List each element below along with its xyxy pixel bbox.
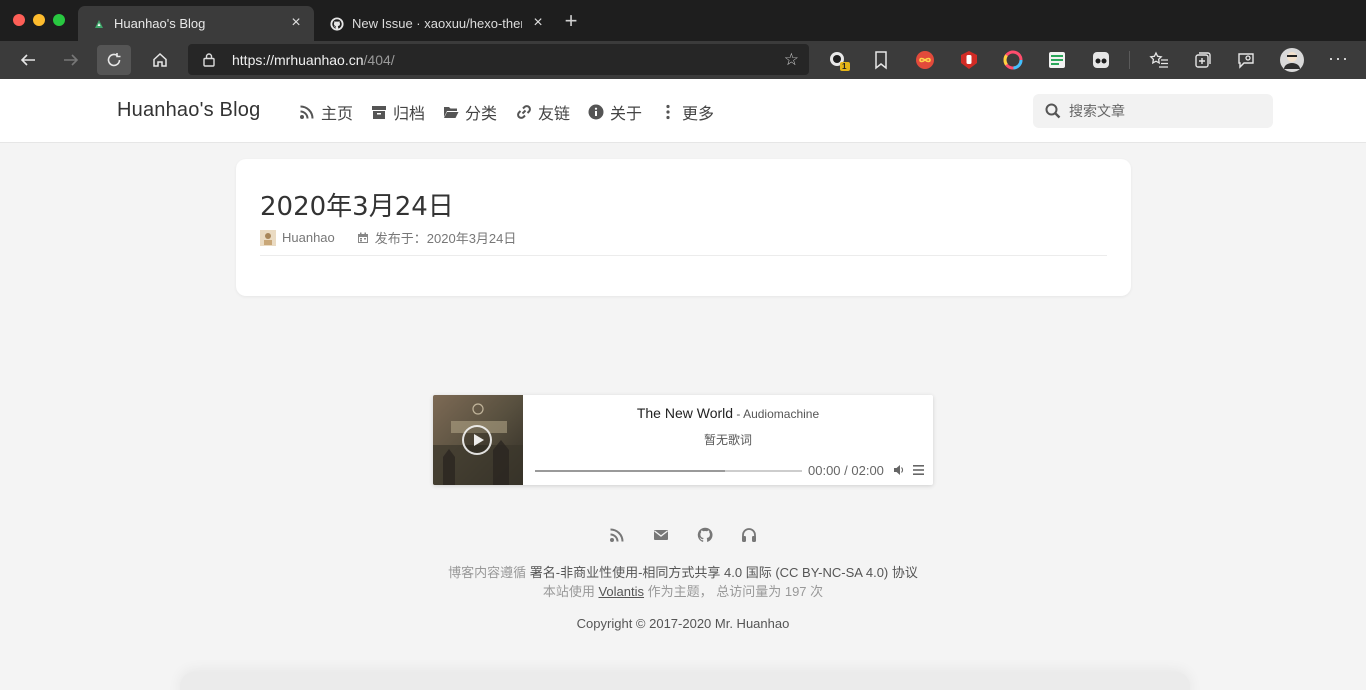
rss-icon <box>300 105 314 119</box>
tab-title: New Issue · xaoxuu/hexo-theme-volantis <box>352 16 522 31</box>
search-icon <box>1045 103 1061 119</box>
forward-button[interactable] <box>54 45 88 75</box>
refresh-button[interactable] <box>97 45 131 75</box>
post-date-text: 发布于：2020年3月24日 <box>374 231 517 246</box>
arrow-right-icon <box>64 54 79 66</box>
tab-new-issue[interactable]: New Issue · xaoxuu/hexo-theme-volantis × <box>316 6 556 41</box>
post-meta: Huanhao 发布于：2020年3月24日 <box>260 228 516 247</box>
color-picker-icon[interactable] <box>1002 49 1024 71</box>
favorites-icon[interactable] <box>1148 49 1170 71</box>
nav-archive-label: 归档 <box>393 106 426 123</box>
face-extension-icon[interactable] <box>1090 49 1112 71</box>
song-title: The New World <box>636 405 734 421</box>
nav-more-label: 更多 <box>682 106 715 123</box>
song-artist: Audiomachine <box>743 407 820 421</box>
post-card: 2020年3月24日 Huanhao 发布于：2020年3月24日 <box>236 159 1131 296</box>
lock-icon <box>203 53 215 67</box>
license-line: 博客内容遵循 署名-非商业性使用-相同方式共享 4.0 国际 (CC BY-NC… <box>0 562 1366 581</box>
site-brand[interactable]: Huanhao's Blog <box>117 99 260 122</box>
nav-about[interactable]: 关于 <box>588 100 642 124</box>
album-cover[interactable] <box>433 395 523 485</box>
info-circle-icon <box>588 104 604 120</box>
github-favicon-icon <box>330 17 344 31</box>
github-icon[interactable] <box>697 527 713 543</box>
author-name: Huanhao <box>282 230 335 245</box>
close-window-button[interactable] <box>13 14 25 26</box>
maximize-window-button[interactable] <box>53 14 65 26</box>
bookmark-icon[interactable] <box>870 49 892 71</box>
favorite-star-icon[interactable]: ☆ <box>784 50 799 70</box>
refresh-icon <box>107 53 121 67</box>
envelope-icon[interactable] <box>653 527 669 543</box>
extension-badge-count: 1 <box>842 62 847 71</box>
license-link[interactable]: 署名-非商业性使用-相同方式共享 4.0 国际 (CC BY-NC-SA 4.0… <box>530 565 918 580</box>
card-divider <box>260 255 1107 256</box>
progress-fill <box>535 470 725 472</box>
tab-huanhao-blog[interactable]: Huanhao's Blog × <box>78 6 314 41</box>
nav-home-label: 主页 <box>321 106 354 123</box>
nav-friends-label: 友链 <box>538 106 571 123</box>
post-date: 发布于：2020年3月24日 <box>357 228 517 247</box>
collections-icon[interactable] <box>1192 49 1214 71</box>
rss-icon[interactable] <box>609 527 625 543</box>
nav-home[interactable]: 主页 <box>299 100 353 124</box>
home-button[interactable] <box>143 45 177 75</box>
browser-toolbar: https://mrhuanhao.cn/404/ ☆ 1 ··· <box>0 41 1366 79</box>
tab-close-icon[interactable]: × <box>529 14 547 32</box>
copyright: Copyright © 2017-2020 Mr. Huanhao <box>576 616 790 631</box>
lyric-text: 暂无歌词 <box>703 433 752 447</box>
theme-link[interactable]: Volantis <box>598 584 644 599</box>
theme-prefix: 本站使用 <box>542 584 599 599</box>
feedback-icon[interactable] <box>1235 49 1257 71</box>
volume-icon[interactable] <box>893 464 905 476</box>
archive-icon <box>372 106 386 119</box>
theme-suffix: 作为主题， 总访问量为 197 次 <box>644 584 824 599</box>
progress-bar[interactable] <box>535 470 802 472</box>
search-box[interactable] <box>1033 94 1273 128</box>
nav-about-label: 关于 <box>610 106 643 123</box>
nav-categories[interactable]: 分类 <box>443 100 497 124</box>
home-icon <box>153 52 167 67</box>
post-author[interactable]: Huanhao <box>260 229 335 246</box>
nav-friends[interactable]: 友链 <box>516 100 570 124</box>
play-button[interactable] <box>462 425 492 455</box>
back-button[interactable] <box>11 45 45 75</box>
tab-close-icon[interactable]: × <box>287 14 305 32</box>
song-separator: - <box>733 407 744 421</box>
sheet-extension-icon[interactable] <box>1046 49 1068 71</box>
new-tab-button[interactable]: + <box>562 10 580 32</box>
playback-time: 00:00 / 02:00 <box>808 463 884 478</box>
toolbar-separator <box>1129 51 1130 69</box>
song-info: The New World - Audiomachine <box>523 405 933 421</box>
link-icon <box>517 105 531 119</box>
page-bottom-panel <box>180 672 1190 690</box>
nav-more[interactable]: 更多 <box>660 100 714 124</box>
adblock-hand-icon[interactable] <box>958 49 980 71</box>
headphones-icon[interactable] <box>741 527 757 543</box>
extension-badge-icon[interactable] <box>828 49 850 71</box>
ellipsis-vertical-icon <box>666 104 670 120</box>
nav-categories-label: 分类 <box>465 106 498 123</box>
tab-title: Huanhao's Blog <box>114 16 206 31</box>
infinity-extension-icon[interactable] <box>914 49 936 71</box>
more-menu-button[interactable]: ··· <box>1328 48 1349 69</box>
favicon-icon <box>95 20 103 28</box>
post-title: 2020年3月24日 <box>260 192 454 222</box>
profile-avatar[interactable] <box>1279 47 1305 73</box>
browser-titlebar: Huanhao's Blog × New Issue · xaoxuu/hexo… <box>0 0 1366 41</box>
calendar-icon <box>357 232 368 243</box>
theme-line: 本站使用 Volantis 作为主题， 总访问量为 197 次 <box>0 581 1366 600</box>
folder-open-icon <box>444 107 459 118</box>
playlist-menu-icon[interactable] <box>913 465 924 475</box>
author-avatar <box>260 229 276 246</box>
minimize-window-button[interactable] <box>33 14 45 26</box>
license-prefix: 博客内容遵循 <box>448 565 530 580</box>
nav-archive[interactable]: 归档 <box>371 100 425 124</box>
search-input[interactable] <box>1069 94 1265 128</box>
address-bar[interactable]: https://mrhuanhao.cn/404/ ☆ <box>188 44 809 75</box>
url-text: https://mrhuanhao.cn/404/ <box>232 52 395 68</box>
arrow-left-icon <box>20 54 35 66</box>
site-header: Huanhao's Blog 主页 归档 分类 友链 关于 更多 <box>0 79 1366 143</box>
music-player: The New World - Audiomachine 暂无歌词 00:00 … <box>433 395 933 485</box>
